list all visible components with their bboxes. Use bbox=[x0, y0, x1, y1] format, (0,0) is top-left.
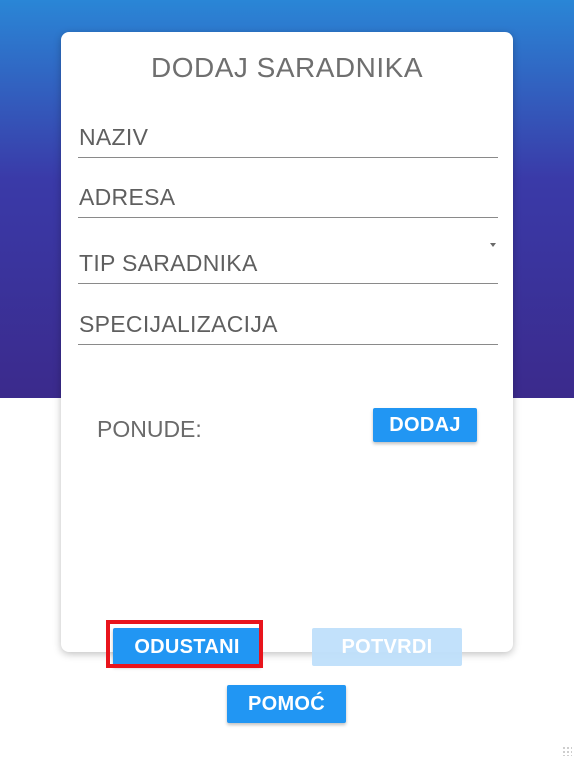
naziv-field[interactable]: NAZIV bbox=[78, 117, 502, 159]
adresa-field[interactable]: ADRESA bbox=[78, 177, 502, 219]
dialog-title: DODAJ SARADNIKA bbox=[151, 52, 423, 83]
dropdown-caret-icon[interactable] bbox=[490, 243, 496, 247]
potvrdi-button[interactable]: POTVRDI bbox=[312, 628, 462, 666]
resize-grip-icon[interactable] bbox=[562, 746, 572, 756]
naziv-input[interactable] bbox=[78, 117, 502, 159]
specijalizacija-field[interactable]: SPECIJALIZACIJA bbox=[78, 304, 502, 346]
dodaj-button[interactable]: DODAJ bbox=[373, 408, 477, 442]
specijalizacija-input[interactable] bbox=[78, 304, 502, 346]
pomoc-button[interactable]: POMOĆ bbox=[227, 685, 346, 723]
odustani-button[interactable]: ODUSTANI bbox=[113, 628, 261, 666]
ponude-label: PONUDE: bbox=[97, 416, 202, 442]
tip-saradnika-select[interactable]: TIP SARADNIKA bbox=[78, 243, 498, 284]
adresa-input[interactable] bbox=[78, 177, 502, 219]
tip-saradnika-label: TIP SARADNIKA bbox=[79, 250, 258, 276]
